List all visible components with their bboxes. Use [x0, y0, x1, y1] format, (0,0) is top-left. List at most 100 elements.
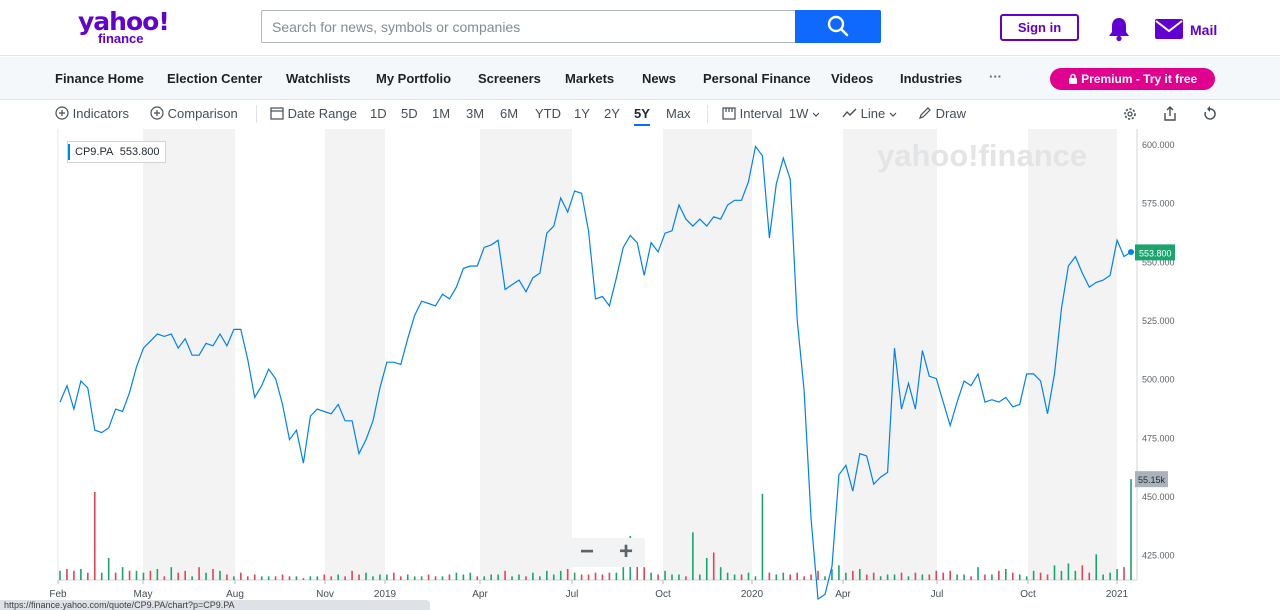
volume-bar: [587, 574, 590, 580]
volume-bar: [622, 567, 625, 580]
zoom-in-button[interactable]: +: [607, 538, 645, 567]
nav-markets[interactable]: Markets: [565, 71, 614, 86]
volume-bar: [462, 574, 465, 580]
zoom-control: − +: [568, 538, 645, 567]
volume-bar: [351, 570, 353, 580]
volume-bar: [810, 574, 812, 580]
x-tick-label: 2020: [741, 589, 764, 600]
volume-bar: [984, 574, 986, 580]
chevron-down-icon: [812, 112, 820, 117]
sign-in-button[interactable]: Sign in: [1000, 14, 1079, 41]
volume-bar: [566, 569, 569, 580]
range-5d[interactable]: 5D: [401, 106, 418, 121]
draw-button[interactable]: Draw: [918, 106, 966, 121]
nav-more-button[interactable]: ···: [989, 69, 1002, 84]
volume-bar: [539, 576, 541, 580]
reset-icon[interactable]: [1202, 105, 1218, 122]
nav-election-center[interactable]: Election Center: [167, 71, 262, 86]
volume-bar: [330, 576, 333, 580]
nav-watchlists[interactable]: Watchlists: [286, 71, 351, 86]
status-url: https://finance.yahoo.com/quote/CP9.PA/c…: [0, 600, 430, 610]
chart-band: [663, 129, 752, 580]
volume-bar: [907, 576, 910, 580]
volume-bar: [281, 574, 284, 580]
chart-type-button[interactable]: Line: [842, 106, 897, 121]
toolbar-divider: [707, 105, 708, 123]
range-6m[interactable]: 6M: [500, 106, 518, 121]
gear-icon[interactable]: [1122, 106, 1138, 122]
volume-bar: [803, 576, 805, 580]
interval-label: Interval: [739, 106, 783, 121]
y-tick-label: 425.000: [1142, 551, 1175, 561]
share-icon[interactable]: [1162, 105, 1178, 122]
range-1d[interactable]: 1D: [370, 106, 387, 121]
indicators-label: Indicators: [72, 106, 129, 121]
volume-bar: [253, 574, 256, 580]
volume-bar: [865, 574, 868, 580]
volume-bar: [448, 574, 451, 580]
volume-bar: [573, 572, 576, 580]
volume-bar: [497, 574, 499, 580]
range-2y[interactable]: 2Y: [604, 106, 620, 121]
volume-bar: [998, 570, 1000, 580]
volume-bar: [1046, 574, 1049, 580]
volume-bar: [872, 572, 875, 580]
top-bar: yahoo! finance Sign in Mail: [0, 0, 1280, 56]
date-range-button[interactable]: Date Range: [270, 106, 357, 121]
volume-bar: [692, 532, 694, 580]
zoom-out-button[interactable]: −: [568, 538, 606, 567]
last-price-dot: [1128, 248, 1134, 255]
chart-band: [480, 129, 572, 580]
volume-bar: [580, 574, 583, 580]
mail-icon[interactable]: [1155, 19, 1183, 39]
y-tick-label: 600.000: [1142, 140, 1175, 150]
chart-band: [385, 129, 480, 580]
volume-bar: [393, 572, 395, 580]
range-max[interactable]: Max: [666, 106, 691, 121]
volume-bar: [838, 565, 840, 580]
comparison-button[interactable]: Comparison: [150, 106, 238, 121]
bell-icon[interactable]: [1108, 16, 1130, 42]
nav-finance-home[interactable]: Finance Home: [55, 71, 144, 86]
yahoo-finance-logo[interactable]: yahoo! finance: [78, 9, 170, 45]
current-price-label: 553.800: [1139, 248, 1172, 258]
volume-bar: [504, 570, 506, 580]
volume-bar: [817, 570, 819, 580]
chart-band: [58, 129, 143, 580]
nav-videos[interactable]: Videos: [831, 71, 873, 86]
range-ytd[interactable]: YTD: [535, 106, 561, 121]
range-1m[interactable]: 1M: [432, 106, 450, 121]
nav-personal-finance[interactable]: Personal Finance: [703, 71, 811, 86]
volume-bar: [455, 572, 458, 580]
nav-screeners[interactable]: Screeners: [478, 71, 541, 86]
volume-bar: [309, 576, 312, 580]
search-input[interactable]: [262, 11, 796, 42]
nav-industries[interactable]: Industries: [900, 71, 962, 86]
volume-bar: [128, 570, 131, 580]
nav-news[interactable]: News: [642, 71, 676, 86]
volume-bar: [782, 572, 785, 580]
interval-button[interactable]: Interval 1W: [722, 106, 820, 121]
volume-bar: [949, 570, 951, 580]
nav-my-portfolio[interactable]: My Portfolio: [376, 71, 451, 86]
range-1y[interactable]: 1Y: [574, 106, 590, 121]
ticker-legend[interactable]: CP9.PA 553.800: [67, 141, 166, 163]
mail-link[interactable]: Mail: [1190, 22, 1217, 38]
premium-button[interactable]: Premium - Try it free: [1050, 68, 1215, 90]
volume-bar: [852, 570, 854, 580]
chart-band: [1028, 129, 1117, 580]
volume-bar: [226, 574, 228, 580]
volume-bar: [1025, 576, 1028, 580]
volume-bar: [845, 572, 847, 580]
volume-bar: [991, 574, 993, 580]
range-3m[interactable]: 3M: [466, 106, 484, 121]
indicators-button[interactable]: Indicators: [55, 106, 129, 121]
chevron-down-icon: [889, 112, 897, 117]
range-5y[interactable]: 5Y: [634, 106, 650, 126]
volume-bar: [1032, 570, 1035, 580]
x-tick-label: Oct: [1020, 589, 1036, 600]
volume-bar: [1039, 572, 1042, 580]
search-button[interactable]: [795, 10, 881, 43]
volume-bar: [219, 570, 221, 580]
volume-bar: [399, 576, 402, 580]
